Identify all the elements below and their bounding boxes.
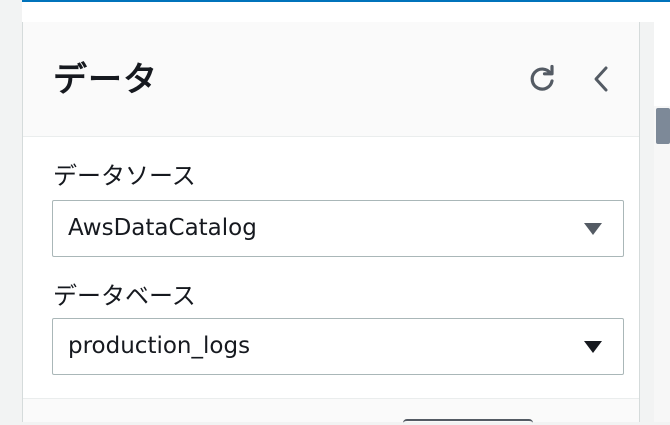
data-panel: データ データソース AwsDataCatalog データベース product… (22, 22, 640, 422)
data-source-label: データソース (53, 162, 196, 190)
database-value: production_logs (68, 333, 251, 359)
scrollbar-thumb[interactable] (656, 108, 670, 144)
data-source-value: AwsDataCatalog (68, 215, 257, 241)
collapse-panel-button[interactable] (585, 62, 619, 96)
chevron-left-icon (594, 66, 608, 92)
caret-down-icon (584, 341, 602, 353)
footer-button[interactable] (403, 419, 533, 425)
panel-footer (23, 398, 639, 422)
refresh-icon (530, 64, 554, 91)
panel-title: データ (53, 60, 158, 100)
database-select[interactable]: production_logs (52, 318, 624, 375)
data-source-select[interactable]: AwsDataCatalog (52, 200, 624, 257)
caret-down-icon (584, 223, 602, 235)
top-strip (22, 2, 670, 22)
database-label: データベース (53, 282, 196, 310)
refresh-button[interactable] (525, 62, 559, 96)
scrollbar-gutter[interactable] (654, 106, 670, 422)
panel-header: データ (23, 22, 639, 137)
